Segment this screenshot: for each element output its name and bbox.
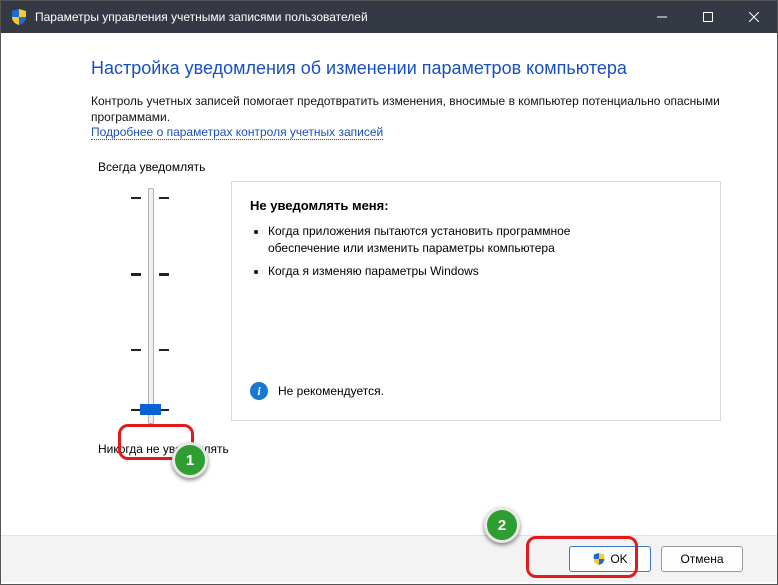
info-icon: i xyxy=(250,382,268,400)
slider-tick xyxy=(159,197,169,199)
learn-more-link[interactable]: Подробнее о параметрах контроля учетных … xyxy=(91,125,383,140)
panel-list: Когда приложения пытаются установить про… xyxy=(268,223,702,279)
shield-icon xyxy=(592,552,606,566)
panel-footer-text: Не рекомендуется. xyxy=(278,384,384,398)
minimize-button[interactable] xyxy=(639,1,685,33)
slider-tick xyxy=(131,197,141,199)
page-heading: Настройка уведомления об изменении парам… xyxy=(91,58,737,79)
shield-icon xyxy=(11,9,27,25)
slider-label-top: Всегда уведомлять xyxy=(98,160,205,174)
bottom-bar: OK Отмена xyxy=(1,535,777,582)
slider-tick xyxy=(131,349,141,351)
slider-area: Всегда уведомлять Никогда не уведомлять … xyxy=(91,160,737,470)
window-controls xyxy=(639,1,777,33)
slider-label-bottom: Никогда не уведомлять xyxy=(98,442,229,456)
window-body: Настройка уведомления об изменении парам… xyxy=(1,33,777,584)
panel-list-item: Когда я изменяю параметры Windows xyxy=(268,263,702,280)
slider-tick xyxy=(131,273,141,276)
uac-settings-window: Параметры управления учетными записями п… xyxy=(0,0,778,585)
panel-title: Не уведомлять меня: xyxy=(250,198,702,213)
cancel-button[interactable]: Отмена xyxy=(661,546,743,572)
panel-footer: i Не рекомендуется. xyxy=(250,382,384,400)
panel-list-item: Когда приложения пытаются установить про… xyxy=(268,223,702,257)
content-area: Настройка уведомления об изменении парам… xyxy=(1,33,777,470)
notification-description-panel: Не уведомлять меня: Когда приложения пыт… xyxy=(231,181,721,421)
slider-tick xyxy=(159,349,169,351)
maximize-button[interactable] xyxy=(685,1,731,33)
cancel-button-label: Отмена xyxy=(680,552,723,566)
window-title: Параметры управления учетными записями п… xyxy=(35,10,368,24)
slider-track[interactable] xyxy=(148,188,154,424)
ok-button[interactable]: OK xyxy=(569,546,651,572)
ok-button-label: OK xyxy=(610,552,627,566)
slider-tick xyxy=(159,273,169,276)
titlebar: Параметры управления учетными записями п… xyxy=(1,1,777,33)
slider-thumb[interactable] xyxy=(140,404,161,415)
page-description: Контроль учетных записей помогает предот… xyxy=(91,93,737,125)
close-button[interactable] xyxy=(731,1,777,33)
